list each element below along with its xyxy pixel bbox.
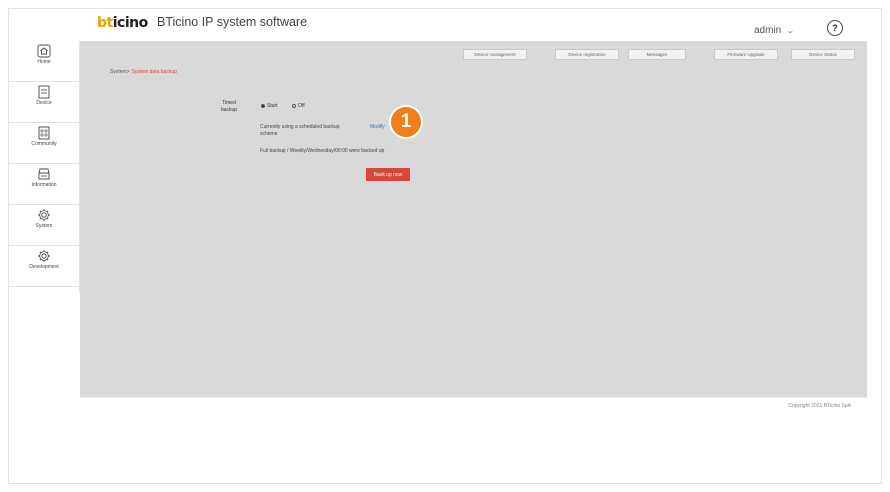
bticino-logo: bticino — [97, 15, 148, 31]
radio-dot — [261, 104, 265, 108]
home-icon — [37, 44, 51, 58]
timed-backup-label: Timed backup — [220, 100, 238, 113]
callout-badge: 1 — [389, 105, 423, 139]
logo-prefix: bt — [97, 15, 113, 31]
user-name: admin — [754, 25, 782, 36]
device-management-button[interactable]: Device management — [463, 49, 527, 60]
modify-link[interactable]: Modify — [370, 124, 385, 130]
sidebar-item-system[interactable]: System — [9, 205, 79, 246]
logo-suffix: icino — [112, 15, 148, 31]
chevron-right-icon: > — [126, 69, 130, 75]
user-menu[interactable]: admin ⌄ — [754, 25, 795, 36]
radio-off[interactable]: Off — [292, 103, 305, 109]
app-title: BTicino IP system software — [157, 15, 308, 29]
gear-icon — [38, 250, 50, 262]
sidebar-item-label: Development — [29, 264, 59, 270]
sidebar-item-device[interactable]: Device — [9, 82, 79, 123]
app-window: bticino BTicino IP system software admin… — [8, 8, 882, 484]
sidebar-item-label: Home — [37, 59, 51, 65]
community-icon — [38, 126, 50, 140]
device-registration-button[interactable]: Device registration — [555, 49, 619, 60]
sidebar-item-label: Information — [31, 182, 57, 188]
sidebar-item-home[interactable]: Home — [9, 41, 79, 82]
sidebar: Home Device Community Information System… — [9, 41, 80, 293]
copyright: Copyright 2021 BTicino SpA — [788, 403, 851, 409]
device-icon — [38, 85, 50, 99]
messages-button[interactable]: Messages — [628, 49, 686, 60]
chevron-down-icon: ⌄ — [786, 26, 795, 35]
radio-off-label: Off — [298, 103, 305, 109]
radio-start[interactable]: Start — [261, 103, 278, 109]
help-icon[interactable]: ? — [827, 20, 843, 36]
breadcrumb-current: System data backup — [131, 69, 177, 75]
breadcrumb: System> System data backup — [110, 69, 177, 75]
firmware-upgrade-button[interactable]: Firmware Upgrade — [714, 49, 778, 60]
sidebar-item-community[interactable]: Community — [9, 123, 79, 164]
device-status-button[interactable]: Device Status — [791, 49, 855, 60]
gear-icon — [38, 209, 50, 221]
back-up-now-button[interactable]: Back up now — [366, 168, 410, 181]
radio-dot — [292, 104, 296, 108]
sidebar-item-development[interactable]: Development — [9, 246, 79, 287]
header: bticino BTicino IP system software admin… — [9, 9, 881, 41]
breadcrumb-root[interactable]: System — [110, 69, 127, 75]
main-content: Device management Device registration Me… — [80, 41, 867, 397]
radio-start-label: Start — [267, 103, 278, 109]
schedule-status-text: Currently using a scheduled backup — [260, 124, 340, 130]
sidebar-item-label: System — [35, 223, 53, 229]
sidebar-item-information[interactable]: Information — [9, 164, 79, 205]
sidebar-item-label: Device — [36, 100, 52, 106]
sidebar-item-label: Community — [31, 141, 57, 147]
information-icon — [38, 168, 50, 180]
footer-divider — [80, 397, 867, 398]
full-backup-status: Full backup / Weekly/Wednesday/00:00 wer… — [260, 148, 385, 154]
schedule-status-text-2: scheme — [260, 131, 278, 137]
